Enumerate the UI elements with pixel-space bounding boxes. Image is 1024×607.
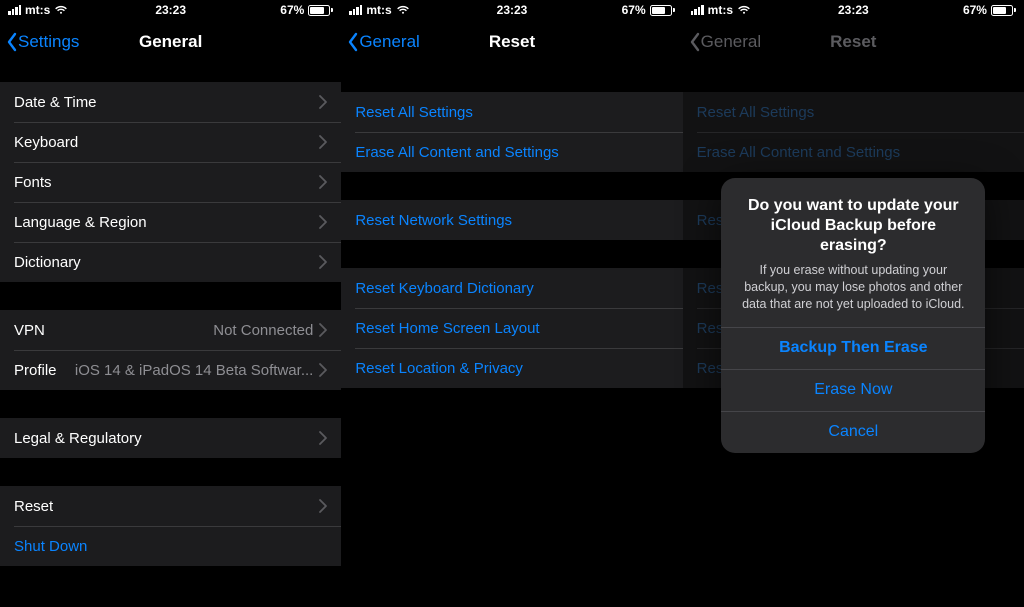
row-fonts[interactable]: Fonts <box>0 162 341 202</box>
row-reset[interactable]: Reset <box>0 486 341 526</box>
group-reset-3: Reset Keyboard Dictionary Reset Home Scr… <box>341 268 682 388</box>
row-shut-down[interactable]: Shut Down <box>0 526 341 566</box>
chevron-right-icon <box>319 499 327 513</box>
dialog-message: If you erase without updating your backu… <box>737 262 969 313</box>
row-reset-location-privacy[interactable]: Reset Location & Privacy <box>341 348 682 388</box>
status-bar: mt:s 23:23 67% <box>683 0 1024 20</box>
row-erase-all[interactable]: Erase All Content and Settings <box>341 132 682 172</box>
backup-then-erase-button[interactable]: Backup Then Erase <box>721 327 985 369</box>
nav-title: Reset <box>683 32 1024 52</box>
row-dictionary[interactable]: Dictionary <box>0 242 341 282</box>
clock-label: 23:23 <box>0 3 341 17</box>
chevron-right-icon <box>319 95 327 109</box>
screenshot-reset-dialog: mt:s 23:23 67% General Reset Reset All S… <box>683 0 1024 607</box>
row-keyboard[interactable]: Keyboard <box>0 122 341 162</box>
group-general-3: Legal & Regulatory <box>0 418 341 458</box>
dialog-body: Do you want to update your iCloud Backup… <box>721 178 985 327</box>
group-general-1: Date & Time Keyboard Fonts Language & Re… <box>0 82 341 282</box>
group-reset-2: Reset Network Settings <box>341 200 682 240</box>
chevron-right-icon <box>319 255 327 269</box>
clock-label: 23:23 <box>683 3 1024 17</box>
chevron-right-icon <box>319 215 327 229</box>
row-vpn[interactable]: VPNNot Connected <box>0 310 341 350</box>
row-date-time[interactable]: Date & Time <box>0 82 341 122</box>
erase-now-button[interactable]: Erase Now <box>721 369 985 411</box>
chevron-right-icon <box>319 363 327 377</box>
chevron-right-icon <box>319 135 327 149</box>
row-profile[interactable]: ProfileiOS 14 & iPadOS 14 Beta Softwar..… <box>0 350 341 390</box>
chevron-right-icon <box>319 323 327 337</box>
row-value: iOS 14 & iPadOS 14 Beta Softwar... <box>75 362 313 379</box>
row-legal[interactable]: Legal & Regulatory <box>0 418 341 458</box>
row-reset-network[interactable]: Reset Network Settings <box>341 200 682 240</box>
battery-icon <box>308 5 333 16</box>
screenshot-general: mt:s 23:23 67% Settings General Date & T… <box>0 0 341 607</box>
dialog-title: Do you want to update your iCloud Backup… <box>737 196 969 256</box>
cancel-button[interactable]: Cancel <box>721 411 985 453</box>
nav-bar: General Reset <box>683 20 1024 64</box>
battery-icon <box>991 5 1016 16</box>
clock-label: 23:23 <box>341 3 682 17</box>
confirm-dialog: Do you want to update your iCloud Backup… <box>721 178 985 453</box>
nav-bar: General Reset <box>341 20 682 64</box>
screenshot-reset: mt:s 23:23 67% General Reset Reset All S… <box>341 0 682 607</box>
nav-bar: Settings General <box>0 20 341 64</box>
nav-title: General <box>0 32 341 52</box>
status-bar: mt:s 23:23 67% <box>0 0 341 20</box>
row-language-region[interactable]: Language & Region <box>0 202 341 242</box>
group-general-4: Reset Shut Down <box>0 486 341 566</box>
status-bar: mt:s 23:23 67% <box>341 0 682 20</box>
battery-icon <box>650 5 675 16</box>
row-reset-all-settings[interactable]: Reset All Settings <box>341 92 682 132</box>
chevron-right-icon <box>319 175 327 189</box>
row-reset-keyboard-dict[interactable]: Reset Keyboard Dictionary <box>341 268 682 308</box>
group-general-2: VPNNot Connected ProfileiOS 14 & iPadOS … <box>0 310 341 390</box>
group-reset-1: Reset All Settings Erase All Content and… <box>341 92 682 172</box>
row-reset-home-screen[interactable]: Reset Home Screen Layout <box>341 308 682 348</box>
chevron-right-icon <box>319 431 327 445</box>
row-value: Not Connected <box>213 322 313 339</box>
nav-title: Reset <box>341 32 682 52</box>
